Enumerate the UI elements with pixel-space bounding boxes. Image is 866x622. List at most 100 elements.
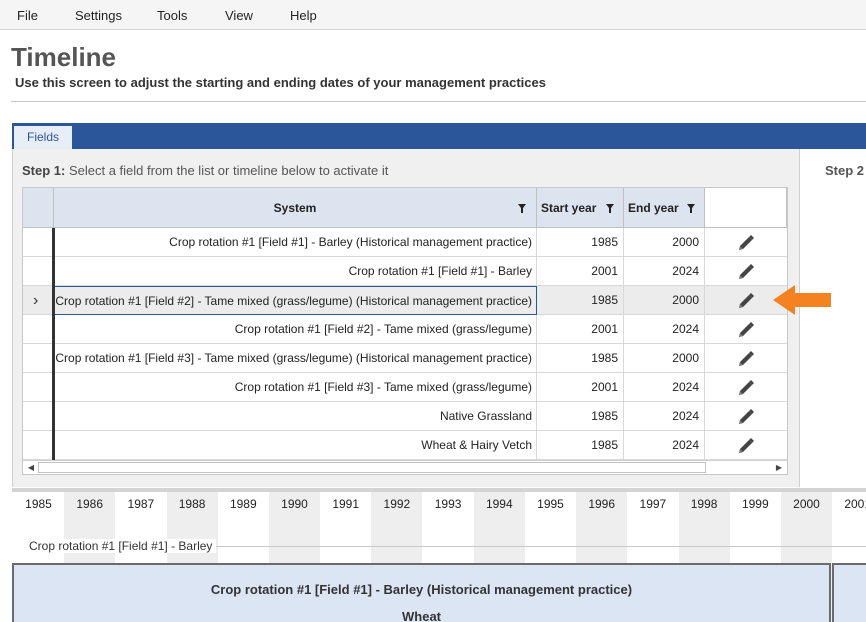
table-row[interactable]: Wheat & Hairy Vetch 1985 2024 — [23, 431, 787, 460]
page-subtitle: Use this screen to adjust the starting a… — [15, 75, 546, 90]
edit-button[interactable] — [705, 228, 787, 257]
column-header-system[interactable]: System — [54, 188, 537, 228]
timeline-block-next[interactable] — [832, 563, 866, 622]
row-selector[interactable] — [23, 431, 53, 460]
menu-view[interactable]: View — [225, 8, 253, 23]
year-label: 1991 — [332, 497, 360, 511]
column-header-edit — [705, 188, 787, 228]
cell-start-year[interactable]: 1985 — [537, 228, 624, 257]
header-divider — [11, 101, 866, 102]
cell-end-year[interactable]: 2024 — [624, 373, 705, 402]
page-title: Timeline — [11, 42, 117, 72]
table-row[interactable]: Crop rotation #1 [Field #1] - Barley 2001… — [23, 257, 787, 286]
cell-end-year[interactable]: 2000 — [624, 228, 705, 257]
pencil-icon — [736, 233, 756, 253]
cell-start-year[interactable]: 1985 — [537, 286, 624, 315]
cell-start-year[interactable]: 1985 — [537, 402, 624, 431]
cell-system[interactable]: Crop rotation #1 [Field #2] - Tame mixed… — [54, 315, 537, 344]
table-row[interactable]: Native Grassland 1985 2024 — [23, 402, 787, 431]
column-header-system-label: System — [273, 201, 317, 215]
year-label: 1998 — [690, 497, 718, 511]
row-selector[interactable] — [23, 257, 53, 286]
step1-bold: Step 1: — [22, 163, 66, 178]
cell-system[interactable]: Crop rotation #1 [Field #3] - Tame mixed… — [54, 344, 537, 373]
scroll-right-icon[interactable]: ▶ — [772, 461, 786, 474]
horizontal-scrollbar[interactable]: ◀ ▶ — [23, 460, 787, 474]
year-label: 1986 — [76, 497, 104, 511]
year-label: 1993 — [434, 497, 462, 511]
cell-system[interactable]: Crop rotation #1 [Field #1] - Barley — [54, 257, 537, 286]
row-selector[interactable] — [23, 315, 53, 344]
cell-system[interactable]: Crop rotation #1 [Field #3] - Tame mixed… — [54, 373, 537, 402]
step2-panel — [801, 149, 866, 487]
row-selector[interactable] — [23, 373, 53, 402]
timeline-row-label: Crop rotation #1 [Field #1] - Barley — [29, 539, 217, 553]
cell-end-year[interactable]: 2024 — [624, 431, 705, 460]
year-label: 1994 — [485, 497, 513, 511]
fields-grid: System Start year End year Crop rotation… — [22, 187, 788, 475]
cell-start-year[interactable]: 2001 — [537, 315, 624, 344]
tab-strip: Fields — [12, 123, 866, 149]
table-row[interactable]: Crop rotation #1 [Field #2] - Tame mixed… — [23, 315, 787, 344]
scrollbar-thumb[interactable] — [38, 462, 706, 473]
year-label: 1990 — [281, 497, 308, 511]
row-selector[interactable]: › — [23, 286, 53, 315]
timeline-block-title: Crop rotation #1 [Field #1] - Barley (Hi… — [210, 582, 633, 597]
grid-corner-header — [23, 188, 54, 228]
menu-tools[interactable]: Tools — [157, 8, 187, 23]
cell-end-year[interactable]: 2000 — [624, 286, 705, 315]
cell-system[interactable]: Crop rotation #1 [Field #2] - Tame mixed… — [54, 286, 537, 315]
cell-end-year[interactable]: 2024 — [624, 315, 705, 344]
cell-end-year[interactable]: 2024 — [624, 402, 705, 431]
cell-system[interactable]: Wheat & Hairy Vetch — [54, 431, 537, 460]
cell-end-year[interactable]: 2000 — [624, 344, 705, 373]
year-label: 1992 — [383, 497, 411, 511]
edit-button[interactable] — [705, 431, 787, 460]
cell-start-year[interactable]: 1985 — [537, 431, 624, 460]
year-label: 1996 — [588, 497, 616, 511]
year-label: 2000 — [793, 497, 820, 511]
orange-arrow-icon — [773, 285, 831, 315]
year-label: 1988 — [178, 497, 206, 511]
year-label: 1989 — [229, 497, 257, 511]
pencil-icon — [736, 320, 756, 340]
year-label: 2001 — [844, 497, 866, 511]
edit-button[interactable] — [705, 373, 787, 402]
step1-instruction: Step 1: Select a field from the list or … — [22, 163, 388, 178]
menu-settings[interactable]: Settings — [75, 8, 122, 23]
edit-button[interactable] — [705, 257, 787, 286]
scroll-left-icon[interactable]: ◀ — [24, 461, 38, 474]
cell-system[interactable]: Native Grassland — [54, 402, 537, 431]
pencil-icon — [736, 378, 756, 398]
cell-system[interactable]: Crop rotation #1 [Field #1] - Barley (Hi… — [54, 228, 537, 257]
row-selector[interactable] — [23, 228, 53, 257]
timeline-row-line — [215, 546, 866, 547]
row-selector[interactable] — [23, 402, 53, 431]
edit-button[interactable] — [705, 315, 787, 344]
edit-button[interactable] — [705, 402, 787, 431]
cell-start-year[interactable]: 2001 — [537, 257, 624, 286]
cell-end-year[interactable]: 2024 — [624, 257, 705, 286]
pencil-icon — [736, 262, 756, 282]
step1-text: Select a field from the list or timeline… — [68, 163, 389, 178]
step2-label: Step 2 — [825, 163, 865, 178]
row-selector[interactable] — [23, 344, 53, 373]
table-row[interactable]: › Crop rotation #1 [Field #2] - Tame mixe… — [23, 286, 787, 315]
year-label: 1987 — [127, 497, 155, 511]
cell-start-year[interactable]: 2001 — [537, 373, 624, 402]
table-row[interactable]: Crop rotation #1 [Field #3] - Tame mixed… — [23, 344, 787, 373]
table-row[interactable]: Crop rotation #1 [Field #1] - Barley (Hi… — [23, 228, 787, 257]
column-header-end-year[interactable]: End year — [624, 188, 705, 228]
column-header-start-year[interactable]: Start year — [537, 188, 624, 228]
column-header-end-year-label: End year — [628, 201, 679, 215]
timeline-block-crop: Wheat — [402, 609, 441, 622]
tab-fields[interactable]: Fields — [14, 126, 72, 149]
edit-button[interactable] — [705, 344, 787, 373]
menu-help[interactable]: Help — [290, 8, 317, 23]
column-header-start-year-label: Start year — [541, 201, 597, 215]
year-label: 1997 — [639, 497, 667, 511]
table-row[interactable]: Crop rotation #1 [Field #3] - Tame mixed… — [23, 373, 787, 402]
menu-file[interactable]: File — [17, 8, 38, 23]
pencil-icon — [736, 407, 756, 427]
cell-start-year[interactable]: 1985 — [537, 344, 624, 373]
